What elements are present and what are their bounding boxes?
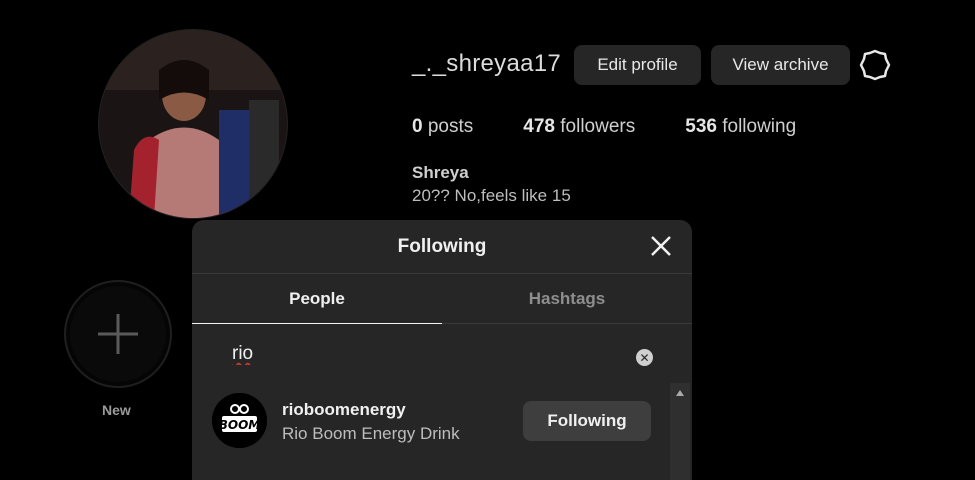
profile-avatar[interactable] xyxy=(98,29,288,219)
gear-icon[interactable] xyxy=(859,49,891,81)
posts-label: posts xyxy=(427,116,474,137)
following-count: 536 xyxy=(685,116,717,137)
tab-hashtags[interactable]: Hashtags xyxy=(442,274,692,323)
modal-tabs: People Hashtags xyxy=(192,274,692,324)
posts-stat[interactable]: 0 posts xyxy=(412,116,473,138)
profile-stats: 0 posts 478 followers 536 following xyxy=(412,116,846,138)
profile-photo xyxy=(99,30,287,218)
followers-label: followers xyxy=(560,116,636,137)
new-highlight-button[interactable] xyxy=(64,280,172,388)
new-highlight-label: New xyxy=(102,402,131,418)
tab-people[interactable]: People xyxy=(192,274,442,324)
list-item[interactable]: BOOM rioboomenergy Rio Boom Energy Drink… xyxy=(192,383,670,453)
view-archive-button[interactable]: View archive xyxy=(711,45,850,85)
posts-count: 0 xyxy=(412,116,423,137)
followers-stat[interactable]: 478 followers xyxy=(523,116,635,138)
rioboom-logo-text: BOOM xyxy=(219,418,261,432)
rioboom-avatar[interactable]: BOOM xyxy=(212,393,267,448)
close-icon[interactable] xyxy=(650,235,672,257)
edit-profile-button[interactable]: Edit profile xyxy=(574,45,701,85)
search-input[interactable] xyxy=(230,342,614,366)
profile-username: _._shreyaa17 xyxy=(412,50,562,77)
scrollbar[interactable] xyxy=(670,383,690,480)
result-username[interactable]: rioboomenergy xyxy=(282,400,406,420)
profile-full-name: Shreya xyxy=(412,163,469,182)
profile-bio: 20?? No,feels like 15 xyxy=(412,186,571,205)
clear-search-icon[interactable]: ✕ xyxy=(636,349,653,366)
result-subtitle: Rio Boom Energy Drink xyxy=(282,424,460,443)
search-row: ✕ xyxy=(192,324,692,384)
following-button[interactable]: Following xyxy=(523,401,651,441)
new-highlight-inner xyxy=(70,286,166,382)
following-stat[interactable]: 536 following xyxy=(685,116,796,138)
scroll-up-arrow-icon[interactable] xyxy=(676,390,684,396)
modal-title: Following xyxy=(397,235,487,257)
modal-header: Following xyxy=(192,220,692,274)
rioboom-logo: BOOM xyxy=(212,393,267,448)
followers-count: 478 xyxy=(523,116,555,137)
following-label: following xyxy=(722,116,797,137)
plus-icon xyxy=(98,314,138,354)
following-modal: Following People Hashtags ✕ BOOM rioboom… xyxy=(192,220,692,480)
